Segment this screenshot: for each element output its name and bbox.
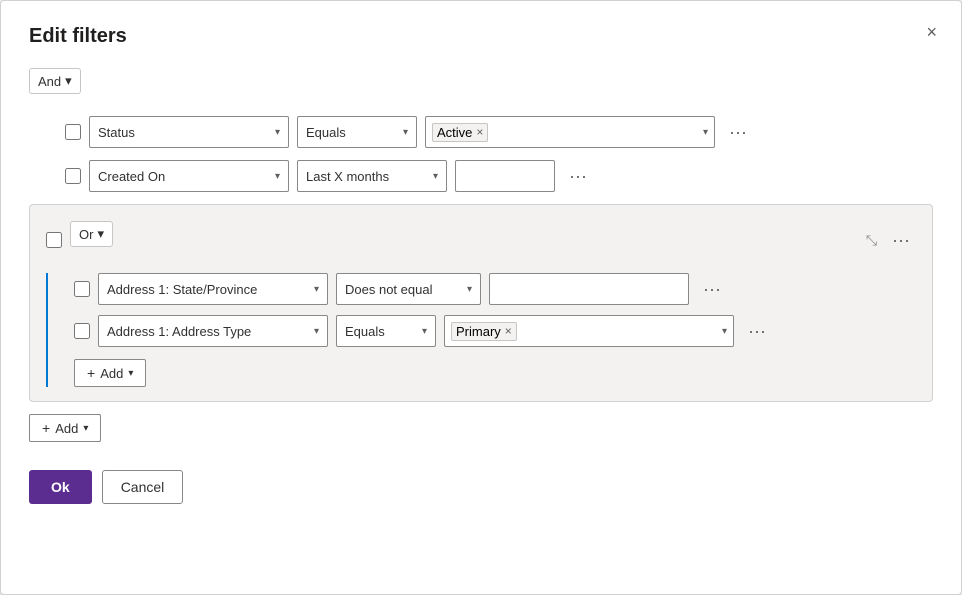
or-group-more-button[interactable]: ··· bbox=[886, 229, 916, 251]
or-group: Or ▾ ⤡ ··· Address 1: State/Province ▾ bbox=[29, 204, 933, 402]
main-add-label: Add bbox=[55, 421, 78, 436]
address-type-row-more-button[interactable]: ··· bbox=[742, 320, 772, 342]
address-state-row-checkbox[interactable] bbox=[74, 281, 90, 297]
status-active-tag-label: Active bbox=[437, 125, 472, 140]
edit-filters-dialog: Edit filters × And ▾ Status ▾ Equals ▾ A… bbox=[0, 0, 962, 595]
address-state-operator-select[interactable]: Does not equal ▾ bbox=[336, 273, 481, 305]
close-button[interactable]: × bbox=[922, 19, 941, 45]
or-group-rows: Address 1: State/Province ▾ Does not equ… bbox=[74, 273, 916, 387]
status-field-select[interactable]: Status ▾ bbox=[89, 116, 289, 148]
address-type-field-label: Address 1: Address Type bbox=[107, 324, 251, 339]
status-operator-label: Equals bbox=[306, 125, 346, 140]
cancel-button[interactable]: Cancel bbox=[102, 470, 184, 504]
status-operator-select[interactable]: Equals ▾ bbox=[297, 116, 417, 148]
status-field-chevron-icon: ▾ bbox=[275, 127, 280, 138]
address-type-primary-tag: Primary × bbox=[451, 322, 517, 341]
address-type-primary-tag-close-icon[interactable]: × bbox=[505, 325, 512, 337]
or-group-left: Or ▾ bbox=[46, 221, 113, 259]
or-group-header: Or ▾ ⤡ ··· bbox=[46, 221, 916, 259]
created-on-operator-chevron-icon: ▾ bbox=[433, 171, 438, 182]
status-value-chevron-icon: ▾ bbox=[703, 127, 708, 138]
and-label: And bbox=[38, 74, 61, 89]
address-state-field-select[interactable]: Address 1: State/Province ▾ bbox=[98, 273, 328, 305]
and-chevron-icon: ▾ bbox=[65, 73, 72, 89]
address-state-field-chevron-icon: ▾ bbox=[314, 284, 319, 295]
or-group-actions: ⤡ ··· bbox=[861, 229, 916, 252]
or-group-vertical-line bbox=[46, 273, 66, 387]
status-active-tag-close-icon[interactable]: × bbox=[476, 126, 483, 138]
address-type-row-checkbox[interactable] bbox=[74, 323, 90, 339]
or-group-collapse-button[interactable]: ⤡ bbox=[861, 229, 882, 252]
main-add-chevron-icon: ▾ bbox=[83, 423, 88, 434]
address-state-value-input[interactable]: CA bbox=[489, 273, 689, 305]
or-group-add-plus-icon: + bbox=[87, 365, 95, 381]
created-on-row-more-button[interactable]: ··· bbox=[563, 165, 593, 187]
or-group-add-button[interactable]: + Add ▾ bbox=[74, 359, 146, 387]
or-label: Or bbox=[79, 227, 93, 242]
status-operator-chevron-icon: ▾ bbox=[403, 127, 408, 138]
or-group-add-label: Add bbox=[100, 366, 123, 381]
status-row-checkbox[interactable] bbox=[65, 124, 81, 140]
address-state-field-label: Address 1: State/Province bbox=[107, 282, 257, 297]
address-state-operator-chevron-icon: ▾ bbox=[467, 284, 472, 295]
main-add-plus-icon: + bbox=[42, 420, 50, 436]
created-on-field-select[interactable]: Created On ▾ bbox=[89, 160, 289, 192]
status-filter-row: Status ▾ Equals ▾ Active × ▾ ··· bbox=[29, 116, 933, 148]
status-row-more-button[interactable]: ··· bbox=[723, 121, 753, 143]
address-type-value-chevron-icon: ▾ bbox=[722, 326, 727, 337]
main-add-button[interactable]: + Add ▾ bbox=[29, 414, 101, 442]
address-type-operator-chevron-icon: ▾ bbox=[422, 326, 427, 337]
or-chevron-icon: ▾ bbox=[97, 226, 104, 242]
address-type-value-input[interactable]: Primary × ▾ bbox=[444, 315, 734, 347]
address-state-row-more-button[interactable]: ··· bbox=[697, 278, 727, 300]
address-type-operator-select[interactable]: Equals ▾ bbox=[336, 315, 436, 347]
address-state-filter-row: Address 1: State/Province ▾ Does not equ… bbox=[74, 273, 916, 305]
created-on-field-chevron-icon: ▾ bbox=[275, 171, 280, 182]
dialog-footer: Ok Cancel bbox=[29, 470, 933, 504]
and-group-dropdown[interactable]: And ▾ bbox=[29, 68, 81, 94]
address-type-field-select[interactable]: Address 1: Address Type ▾ bbox=[98, 315, 328, 347]
address-type-primary-tag-label: Primary bbox=[456, 324, 501, 339]
created-on-field-label: Created On bbox=[98, 169, 165, 184]
or-group-add-chevron-icon: ▾ bbox=[128, 368, 133, 379]
address-type-field-chevron-icon: ▾ bbox=[314, 326, 319, 337]
or-group-checkbox[interactable] bbox=[46, 232, 62, 248]
address-state-operator-label: Does not equal bbox=[345, 282, 432, 297]
dialog-title: Edit filters bbox=[29, 25, 933, 48]
status-field-label: Status bbox=[98, 125, 135, 140]
ok-button[interactable]: Ok bbox=[29, 470, 92, 504]
or-group-content: Address 1: State/Province ▾ Does not equ… bbox=[46, 273, 916, 387]
created-on-filter-row: Created On ▾ Last X months ▾ 6 ··· bbox=[29, 160, 933, 192]
main-add-container: + Add ▾ bbox=[29, 414, 933, 442]
created-on-value-input[interactable]: 6 bbox=[455, 160, 555, 192]
created-on-operator-select[interactable]: Last X months ▾ bbox=[297, 160, 447, 192]
created-on-operator-label: Last X months bbox=[306, 169, 389, 184]
address-type-filter-row: Address 1: Address Type ▾ Equals ▾ Prima… bbox=[74, 315, 916, 347]
created-on-row-checkbox[interactable] bbox=[65, 168, 81, 184]
or-group-dropdown[interactable]: Or ▾ bbox=[70, 221, 113, 247]
status-value-input[interactable]: Active × ▾ bbox=[425, 116, 715, 148]
status-active-tag: Active × bbox=[432, 123, 488, 142]
address-type-operator-label: Equals bbox=[345, 324, 385, 339]
